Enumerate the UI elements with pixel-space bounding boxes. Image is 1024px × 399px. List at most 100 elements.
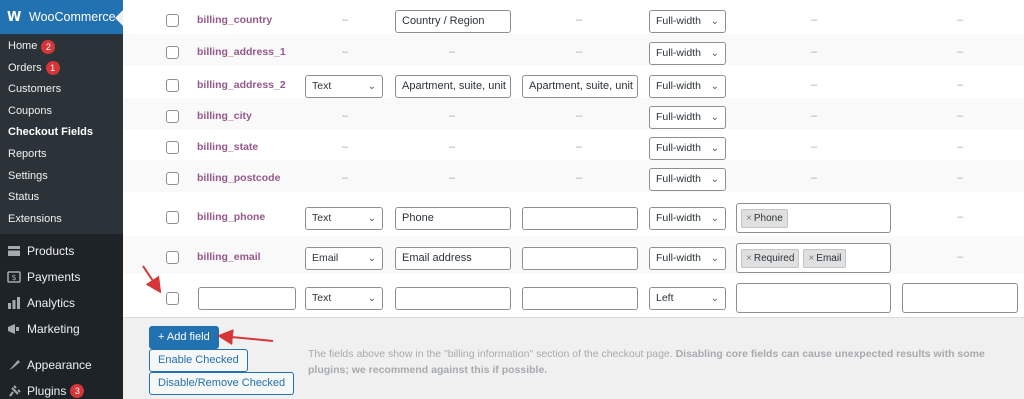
new-field-label-input[interactable]: [395, 287, 511, 310]
field-label-input[interactable]: Email address: [395, 247, 511, 270]
new-field-position-select[interactable]: Left ⌄: [649, 287, 726, 310]
submenu-item-checkout-fields[interactable]: Checkout Fields: [0, 122, 123, 144]
new-field-row: Text ⌄ Left ⌄: [123, 278, 1024, 316]
field-type-select[interactable]: Text ⌄: [305, 207, 383, 230]
new-field-extra-input[interactable]: [902, 283, 1018, 313]
submenu-item-orders[interactable]: Orders 1: [0, 58, 123, 80]
new-field-type-select[interactable]: Text ⌄: [305, 287, 383, 310]
empty-dash: –: [342, 14, 349, 26]
woocommerce-menu-header[interactable]: W WooCommerce: [0, 0, 123, 34]
submenu-item-extensions[interactable]: Extensions: [0, 209, 123, 231]
count-badge: 1: [45, 61, 60, 76]
empty-dash: –: [576, 172, 583, 184]
row-checkbox[interactable]: [166, 46, 179, 59]
submenu-item-reports[interactable]: Reports: [0, 144, 123, 166]
menu-item-plugins[interactable]: Plugins 3: [0, 378, 123, 399]
field-placeholder-input[interactable]: [522, 207, 638, 230]
field-validation-tags[interactable]: × Required × Email: [736, 243, 891, 273]
chevron-down-icon: ⌄: [710, 293, 719, 304]
empty-dash: –: [811, 172, 818, 184]
field-name: billing_country: [197, 14, 273, 26]
chevron-down-icon: ⌄: [710, 16, 719, 27]
menu-item-label: Analytics: [27, 296, 76, 311]
field-position-select[interactable]: Full-width ⌄: [649, 10, 726, 33]
enable-checked-button[interactable]: Enable Checked: [149, 349, 248, 372]
field-position-select[interactable]: Full-width ⌄: [649, 168, 726, 191]
new-field-validation-input[interactable]: [736, 283, 891, 313]
menu-item-marketing[interactable]: Marketing: [0, 316, 123, 342]
table-row: billing_country – Country / Region – Full-wi…: [123, 2, 1024, 34]
chevron-down-icon: ⌄: [367, 213, 376, 224]
submenu-item-customers[interactable]: Customers: [0, 79, 123, 101]
empty-dash: –: [449, 110, 456, 122]
submenu-item-label: Home: [8, 40, 38, 52]
field-name: billing_email: [197, 251, 261, 263]
submenu-item-label: Status: [8, 191, 40, 204]
menu-item-label: Plugins: [27, 384, 67, 399]
checkout-fields-table: billing_country – Country / Region – Full-wi…: [123, 0, 1024, 318]
field-position-select[interactable]: Full-width ⌄: [649, 247, 726, 270]
field-label-input[interactable]: Phone: [395, 207, 511, 230]
woocommerce-logo-icon: W: [7, 9, 22, 25]
woocommerce-menu-title: WooCommerce: [29, 10, 116, 24]
row-checkbox[interactable]: [166, 79, 179, 92]
row-checkbox[interactable]: [166, 14, 179, 27]
field-placeholder-input[interactable]: Apartment, suite, unit: [522, 75, 638, 98]
disable-remove-checked-button[interactable]: Disable/Remove Checked: [149, 372, 295, 395]
empty-dash: –: [957, 211, 964, 223]
field-position-value: Full-width: [656, 47, 701, 59]
add-field-button[interactable]: + Add field: [149, 326, 219, 349]
field-position-select[interactable]: Full-width ⌄: [649, 207, 726, 230]
menu-item-label: Marketing: [27, 322, 80, 337]
submenu-item-coupons[interactable]: Coupons: [0, 101, 123, 123]
field-position-select[interactable]: Full-width ⌄: [649, 75, 726, 98]
empty-dash: –: [342, 172, 349, 184]
submenu-item-status[interactable]: Status: [0, 187, 123, 209]
field-label-input[interactable]: Country / Region: [395, 10, 511, 33]
row-checkbox[interactable]: [166, 110, 179, 123]
validation-tag[interactable]: × Required: [741, 248, 800, 268]
submenu-item-settings[interactable]: Settings: [0, 166, 123, 188]
field-type-select[interactable]: Text ⌄: [305, 75, 383, 98]
field-label-input[interactable]: Apartment, suite, unit: [395, 75, 511, 98]
empty-dash: –: [811, 79, 818, 91]
menu-item-appearance[interactable]: Appearance: [0, 352, 123, 378]
validation-tag-label: Required: [753, 252, 795, 264]
validation-tag[interactable]: × Phone: [741, 208, 788, 228]
remove-tag-icon[interactable]: ×: [746, 213, 752, 224]
submenu-item-label: Checkout Fields: [8, 126, 93, 139]
row-checkbox[interactable]: [166, 251, 179, 264]
menu-item-label: Appearance: [27, 358, 92, 373]
new-field-name-input[interactable]: [198, 287, 296, 310]
row-checkbox[interactable]: [166, 172, 179, 185]
empty-dash: –: [576, 46, 583, 58]
row-checkbox[interactable]: [166, 211, 179, 224]
validation-tag[interactable]: × Email: [803, 248, 847, 268]
new-field-type-value: Text: [312, 292, 332, 304]
new-row-checkbox[interactable]: [166, 292, 179, 305]
field-position-select[interactable]: Full-width ⌄: [649, 42, 726, 65]
empty-dash: –: [811, 110, 818, 122]
billing-fields-note: The fields above show in the "billing in…: [308, 346, 1008, 378]
chevron-down-icon: ⌄: [710, 174, 719, 185]
field-type-select[interactable]: Email ⌄: [305, 247, 383, 270]
field-position-select[interactable]: Full-width ⌄: [649, 137, 726, 160]
chevron-down-icon: ⌄: [367, 253, 376, 264]
field-position-select[interactable]: Full-width ⌄: [649, 106, 726, 129]
remove-tag-icon[interactable]: ×: [746, 253, 752, 264]
count-badge: 3: [70, 384, 85, 399]
field-name: billing_postcode: [197, 172, 281, 184]
new-field-placeholder-input[interactable]: [522, 287, 638, 310]
menu-item-products[interactable]: Products: [0, 238, 123, 264]
submenu-item-label: Settings: [8, 169, 48, 182]
submenu-item-home[interactable]: Home 2: [0, 36, 123, 58]
chevron-down-icon: ⌄: [710, 81, 719, 92]
field-validation-tags[interactable]: × Phone: [736, 203, 891, 233]
menu-item-payments[interactable]: $ Payments: [0, 264, 123, 290]
menu-item-analytics[interactable]: Analytics: [0, 290, 123, 316]
field-name: billing_address_2: [197, 79, 286, 91]
field-placeholder-input[interactable]: [522, 247, 638, 270]
row-checkbox[interactable]: [166, 141, 179, 154]
remove-tag-icon[interactable]: ×: [808, 253, 814, 264]
empty-dash: –: [957, 46, 964, 58]
